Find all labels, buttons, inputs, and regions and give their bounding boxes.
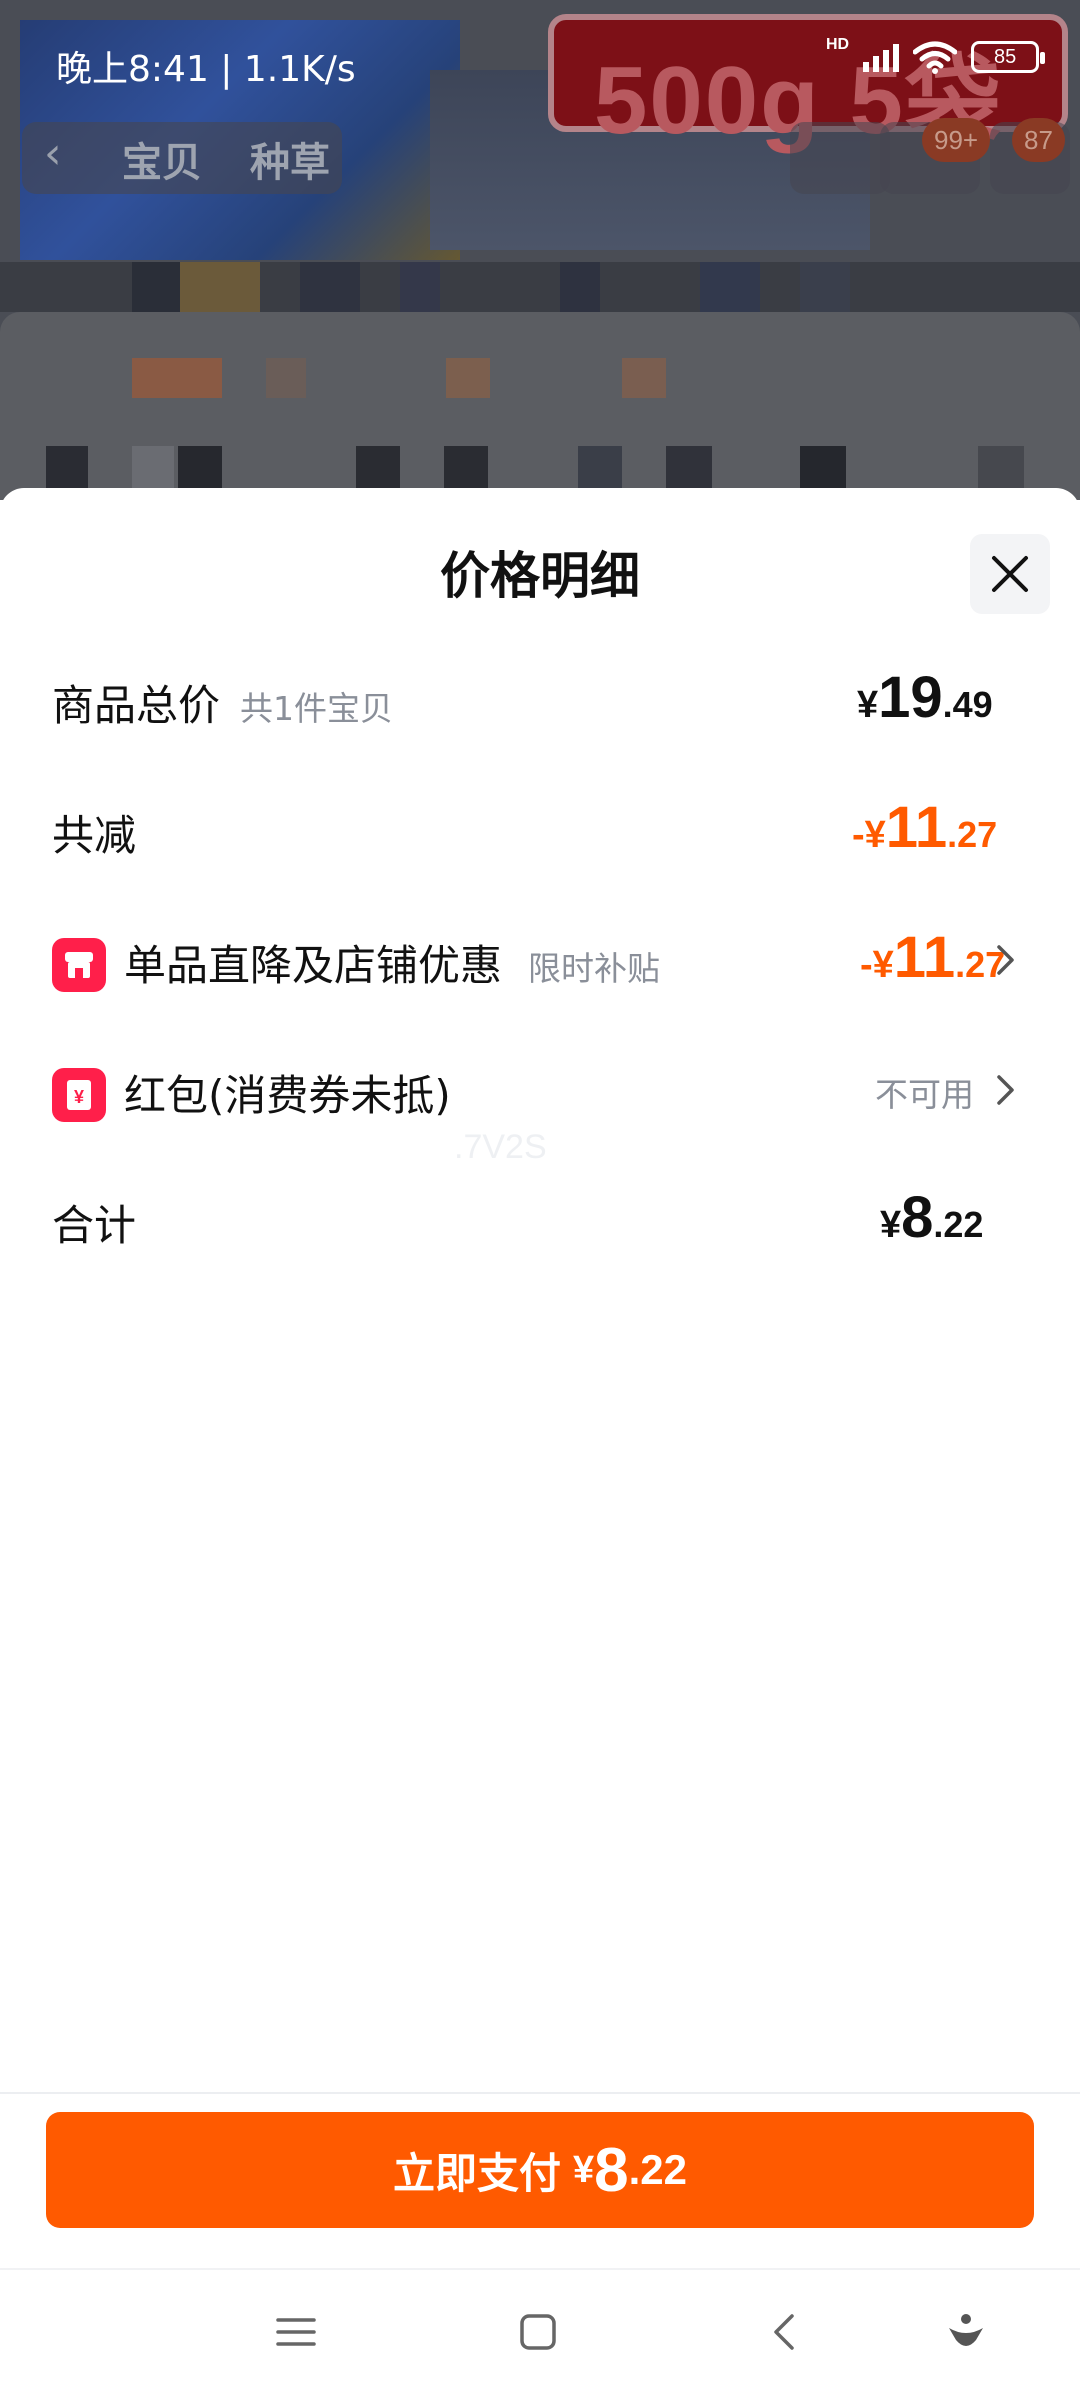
row-total-discount: 共减 -¥ 11 .27 [0, 794, 1080, 874]
status-time: 晚上8:41 | 1.1K/s [56, 49, 356, 90]
more-badge: 87 [1012, 118, 1065, 162]
goods-total-price: ¥ 19 .49 [857, 664, 993, 731]
system-nav-bar [0, 2268, 1080, 2400]
footer-divider [0, 2092, 1080, 2094]
share-icon [790, 122, 890, 194]
row-label: 合计 [52, 1201, 137, 1250]
row-shop-discount[interactable]: 单品直降及店铺优惠 限时补贴 -¥ 11 .27 [0, 924, 1080, 1004]
tab-baobei: 宝贝 [122, 140, 202, 186]
wifi-icon [913, 41, 958, 74]
pay-dec: .22 [628, 2146, 688, 2193]
price-dec: .27 [947, 814, 998, 855]
price-symbol: -¥ [860, 944, 894, 986]
row-red-packet[interactable]: ¥ 红包(消费券未抵) 不可用 [0, 1054, 1080, 1134]
pay-symbol: ¥ [573, 2148, 595, 2191]
pay-int: 8 [594, 2135, 629, 2205]
row-label: 红包(消费券未抵) [124, 1071, 451, 1120]
battery-icon: 85 [971, 41, 1046, 73]
shop-discount-price: -¥ 11 .27 [860, 924, 1005, 991]
home-icon[interactable] [518, 2312, 558, 2352]
watermark: .7V2S [454, 1128, 547, 1166]
status-bar: 晚上8:41 | 1.1K/s HD 85 [0, 0, 1080, 96]
close-button[interactable] [970, 534, 1050, 614]
price-dec: .22 [933, 1204, 984, 1245]
grand-total-price: ¥ 8 .22 [880, 1184, 983, 1251]
blurred-strip [0, 262, 1080, 312]
row-sub: 限时补贴 [528, 949, 660, 988]
status-icons: HD 85 [826, 36, 1046, 74]
price-int: 11 [885, 795, 948, 860]
shop-icon [52, 938, 106, 992]
pay-now-button[interactable]: 立即支付 ¥ 8 .22 [46, 2112, 1034, 2228]
chevron-right-icon [997, 945, 1014, 975]
back-nav-icon[interactable] [766, 2312, 806, 2352]
chevron-right-icon [997, 1075, 1014, 1105]
price-int: 8 [901, 1185, 934, 1250]
row-label: 商品总价 [52, 681, 221, 730]
price-int: 11 [893, 925, 956, 990]
back-icon: ‹ [44, 128, 62, 179]
pay-label: 立即支付 [392, 2148, 561, 2198]
row-label: 单品直降及店铺优惠 [124, 941, 503, 990]
menu-icon[interactable] [276, 2312, 316, 2352]
red-packet-status: 不可用 [875, 1075, 974, 1114]
row-grand-total: 合计 ¥ 8 .22 [0, 1184, 1080, 1264]
sheet-title: 价格明细 [440, 547, 640, 605]
assistant-icon[interactable] [946, 2312, 986, 2352]
row-sub: 共1件宝贝 [240, 689, 393, 728]
price-dec: .49 [942, 684, 993, 725]
price-int: 19 [878, 665, 943, 730]
row-label: 共减 [52, 811, 137, 860]
hd-label: HD [826, 36, 850, 53]
cart-badge: 99+ [922, 118, 991, 162]
total-discount-price: -¥ 11 .27 [852, 794, 997, 861]
price-symbol: ¥ [857, 684, 879, 726]
price-symbol: -¥ [852, 814, 886, 856]
close-icon [992, 556, 1028, 592]
row-goods-total: 商品总价 共1件宝贝 ¥ 19 .49 [0, 664, 1080, 744]
tab-zhongcao: 种草 [250, 140, 330, 186]
svg-text:¥: ¥ [74, 1087, 84, 1107]
red-packet-icon: ¥ [52, 1068, 106, 1122]
blurred-card [0, 312, 1080, 500]
signal-icon [863, 42, 900, 72]
price-symbol: ¥ [880, 1204, 902, 1246]
